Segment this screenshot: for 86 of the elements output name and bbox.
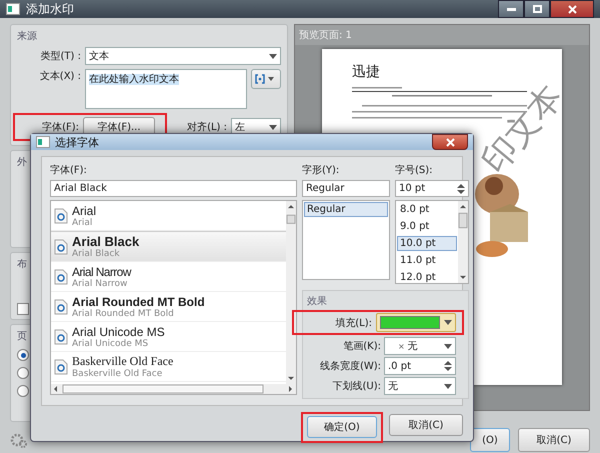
scrollbar[interactable] [458,201,468,283]
dialog-button[interactable]: (O) [470,428,510,452]
font-sample: Arial Rounded MT Bold [72,308,175,318]
spinner-icon [457,184,465,194]
spinner-icon [444,361,452,371]
type-select[interactable]: 文本 [85,47,281,65]
caret-icon [269,124,277,130]
font-sample: Arial [72,218,94,228]
style-list-item[interactable]: Regular [304,202,388,217]
font-name: Arial Black [72,234,140,249]
caret-icon [444,320,452,325]
font-name: Baskerville Old Face [72,354,174,369]
field-label: 填充(L): [334,316,372,330]
window-title: 添加水印 [26,0,74,18]
text-input[interactable]: 在此处输入水印文本 [85,69,247,109]
insert-button[interactable] [251,69,281,89]
font-file-icon [54,298,68,314]
app-icon [36,136,50,148]
field-label: 笔画(K): [342,340,381,353]
font-name-field[interactable]: Arial Black [50,180,297,197]
preview-title: 预览页面: 1 [295,25,589,45]
font-file-icon [54,238,68,254]
radio-button[interactable] [17,385,29,397]
group-title: 布 [17,258,27,271]
group-title: 效果 [307,295,328,308]
font-sample: Arial Narrow [72,278,128,288]
app-icon [6,3,20,15]
field-label: 下划线(U): [332,380,381,393]
group-title: 页 [17,330,27,343]
minimize-button[interactable] [498,0,524,18]
radio-button[interactable] [17,349,29,361]
caret-icon [268,77,274,81]
document-title: 迅捷 [352,63,381,81]
minimize-icon [506,8,516,10]
ok-button[interactable]: 确定(O) [307,416,377,438]
font-name: Arial Rounded MT Bold [72,294,205,308]
font-file-icon [54,328,68,344]
close-button[interactable] [432,134,468,150]
dialog-title: 选择字体 [55,134,99,150]
size-list-item[interactable]: 10.0 pt [397,236,457,251]
caret-icon [269,54,277,58]
radio-button[interactable] [17,367,29,379]
watermark-text: 印文本 [473,76,572,183]
maximize-icon [532,5,542,13]
scrollbar[interactable] [51,384,296,394]
font-name: Arial [72,204,96,218]
font-sample: Arial Unicode MS [72,338,150,348]
font-sample: Arial Black [72,249,121,259]
group-title: 外 [17,156,27,169]
stroke-select[interactable]: × 无 [384,337,456,355]
field-label: 字体(F): [50,164,88,177]
field-label: 字体(F): [41,120,79,134]
scrollbar[interactable] [286,201,296,384]
font-file-icon [54,358,68,374]
font-file-icon [54,208,68,224]
field-label: 对齐(L) : [186,120,227,134]
size-list-item[interactable]: 8.0 pt [397,202,457,217]
font-name: Arial Unicode MS [72,324,165,338]
bracket-icon [255,74,265,84]
font-size-field[interactable]: 10 pt [395,180,469,197]
group-title: 来源 [17,30,37,43]
field-label: 字号(S): [395,164,434,177]
font-file-icon [54,268,68,284]
font-name: Arial Narrow [72,264,131,278]
size-list-item[interactable]: 11.0 pt [397,253,457,268]
field-label: 线条宽度(W): [318,360,381,373]
size-list-item[interactable]: 12.0 pt [397,270,457,283]
font-sample: Baskerville Old Face [72,369,164,379]
underline-select[interactable]: 无 [384,377,456,395]
field-label: 类型(T) : [40,50,81,63]
maximize-button[interactable] [524,0,550,18]
checkbox[interactable] [17,303,29,315]
none-mark: × [398,342,405,350]
close-button[interactable] [550,0,594,18]
caret-icon [444,344,452,348]
cancel-button[interactable]: 取消(C) [389,414,463,436]
close-icon [568,4,576,14]
line-width-field[interactable]: .0 pt [384,357,456,375]
font-list-item[interactable]: Arial Black Arial Black [51,231,286,262]
field-label: 文本(X) : [38,70,81,83]
fill-color-select[interactable] [376,313,456,332]
size-list-item[interactable]: 9.0 pt [397,219,457,234]
font-style-field[interactable]: Regular [302,180,390,197]
field-label: 字形(Y): [302,164,340,177]
close-icon [446,138,454,146]
dialog-button[interactable]: 取消(C) [518,428,590,452]
